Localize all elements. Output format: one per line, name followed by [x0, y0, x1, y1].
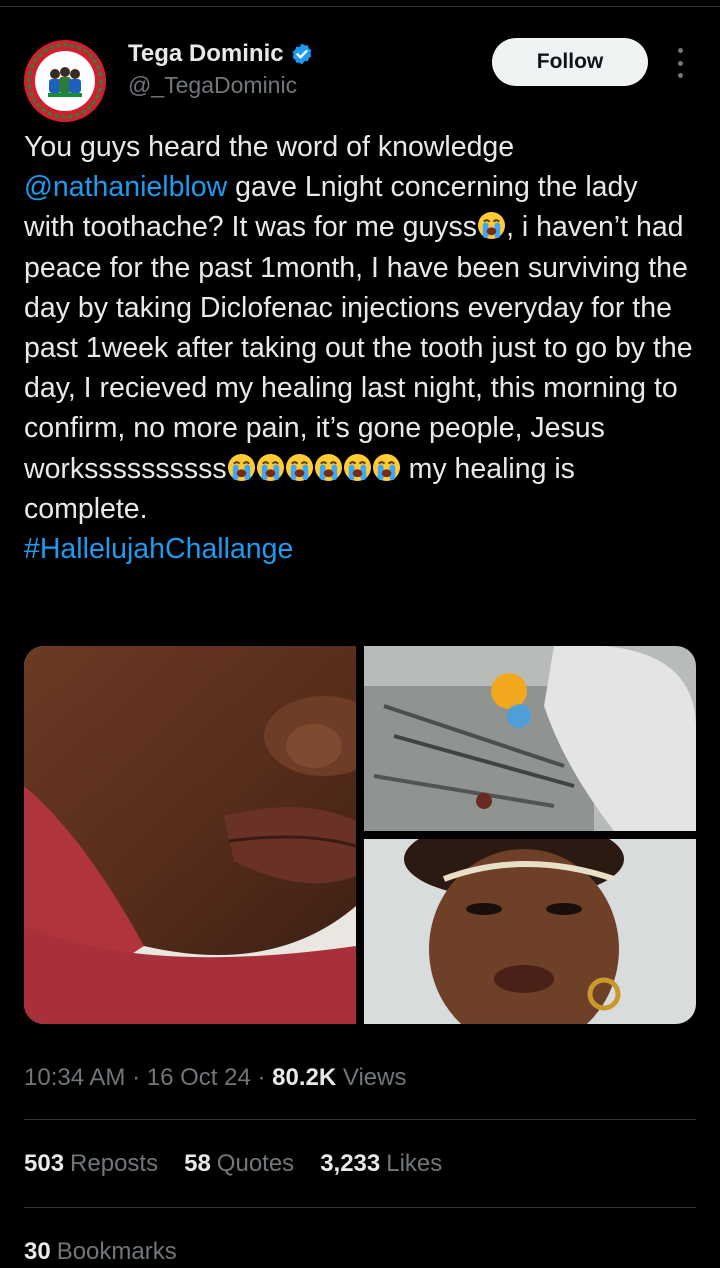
author-info[interactable]: Tega Dominic @_TegaDominic — [128, 38, 314, 100]
tweet-header: Tega Dominic @_TegaDominic Follow — [24, 36, 696, 122]
labour-party-logo-icon — [24, 40, 106, 122]
bookmarks-count: 30 — [24, 1238, 51, 1265]
engagement-stats: 503 Reposts 58 Quotes 3,233 Likes — [24, 1148, 442, 1180]
top-divider — [0, 6, 720, 7]
tweet-meta: 10:34 AM · 16 Oct 24 · 80.2K Views — [24, 1062, 406, 1094]
likes-count: 3,233 — [320, 1150, 381, 1177]
media-grid — [24, 646, 696, 1024]
loudly-crying-face-icon — [343, 453, 372, 482]
loudly-crying-face-icon — [256, 453, 285, 482]
loudly-crying-face-icon — [314, 453, 343, 482]
likes-stat[interactable]: 3,233 Likes — [320, 1148, 442, 1180]
follow-button[interactable]: Follow — [492, 38, 648, 86]
tweet-text: You guys heard the word of knowledge @na… — [24, 127, 696, 569]
divider — [24, 1207, 696, 1208]
dental-tray-photo — [364, 646, 696, 831]
hashtag-link[interactable]: #HallelujahChallange — [24, 533, 293, 565]
meta-separator: · — [132, 1064, 141, 1091]
reposts-count: 503 — [24, 1150, 65, 1177]
avatar[interactable] — [24, 40, 106, 122]
loudly-crying-face-icon — [227, 453, 256, 482]
quotes-stat[interactable]: 58 Quotes — [184, 1148, 294, 1180]
divider — [24, 1119, 696, 1120]
media-photo-3[interactable] — [364, 839, 696, 1024]
loudly-crying-face-icon — [285, 453, 314, 482]
likes-label: Likes — [386, 1150, 443, 1177]
views-label: Views — [342, 1064, 407, 1091]
views-count: 80.2K — [272, 1064, 337, 1091]
face-closeup-photo — [24, 646, 356, 1024]
tweet-date[interactable]: 16 Oct 24 — [147, 1064, 251, 1091]
tweet-text-part: You guys heard the word of knowledge — [24, 131, 515, 163]
verified-badge-icon — [290, 42, 314, 66]
quotes-label: Quotes — [216, 1150, 295, 1177]
mention-link[interactable]: @nathanielblow — [24, 171, 227, 203]
woman-selfie-photo — [364, 839, 696, 1024]
reposts-stat[interactable]: 503 Reposts — [24, 1148, 158, 1180]
bookmarks-stat[interactable]: 30 Bookmarks — [24, 1236, 177, 1268]
display-name[interactable]: Tega Dominic — [128, 38, 284, 70]
tweet-text-part: , i haven’t had peace for the past 1mont… — [24, 211, 693, 485]
user-handle[interactable]: @_TegaDominic — [128, 70, 314, 100]
reposts-label: Reposts — [70, 1150, 159, 1177]
quotes-count: 58 — [184, 1150, 211, 1177]
more-vertical-icon[interactable] — [670, 48, 690, 78]
media-photo-1[interactable] — [24, 646, 356, 1024]
media-photo-2[interactable] — [364, 646, 696, 831]
bookmarks-label: Bookmarks — [56, 1238, 177, 1265]
loudly-crying-face-icon — [372, 453, 401, 482]
meta-separator: · — [257, 1064, 266, 1091]
tweet-time[interactable]: 10:34 AM — [24, 1064, 125, 1091]
loudly-crying-face-icon — [477, 211, 506, 240]
